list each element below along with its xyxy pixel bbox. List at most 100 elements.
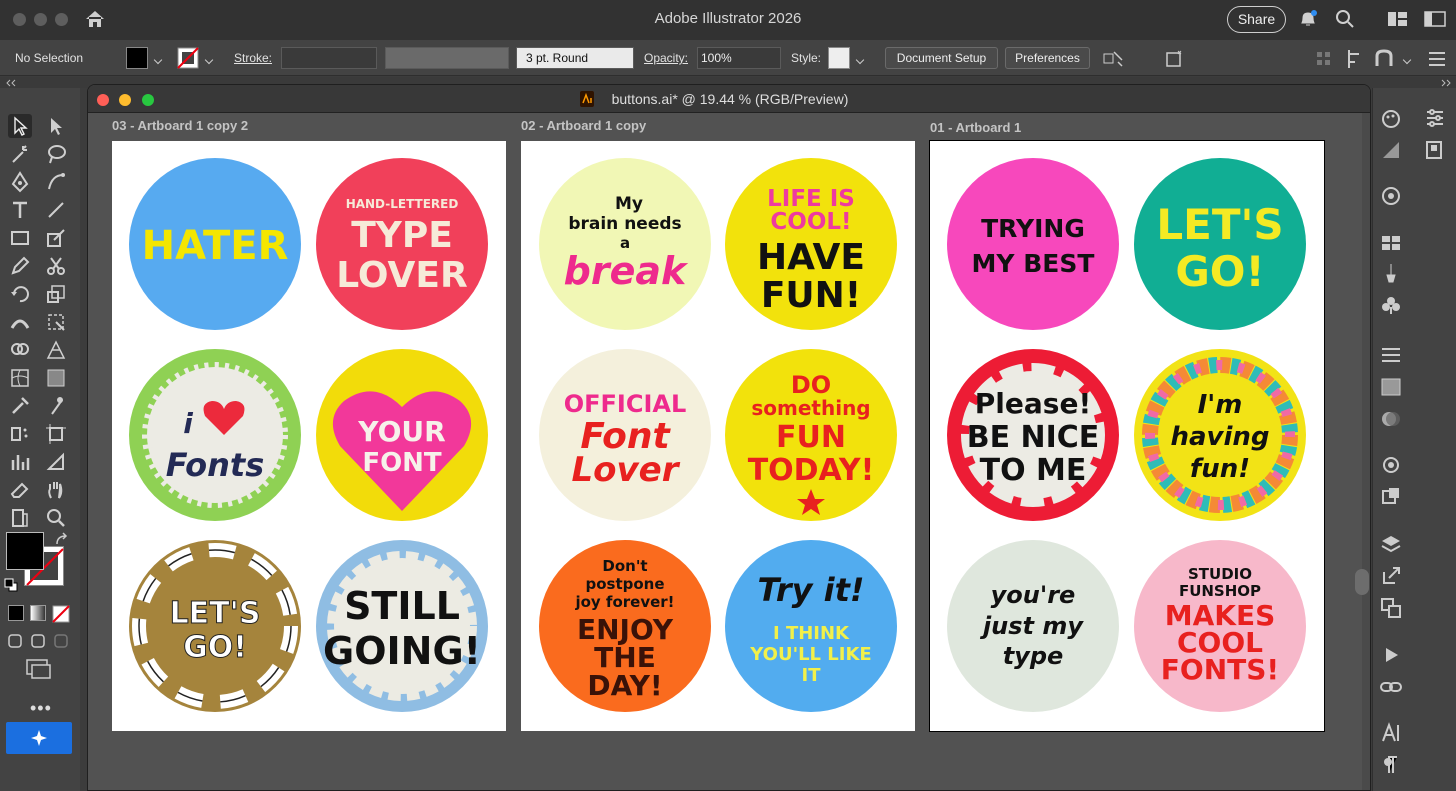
- chevron-down-icon[interactable]: [153, 55, 163, 65]
- collapse-left-icon[interactable]: [5, 79, 17, 87]
- artboard-label[interactable]: 03 - Artboard 1 copy 2: [112, 118, 248, 133]
- button-type-lover[interactable]: HAND-LETTERED TYPE LOVER: [316, 158, 488, 330]
- gradient-swatch-icon[interactable]: [1379, 375, 1403, 399]
- transparency-icon[interactable]: [1379, 407, 1403, 431]
- brush-definition-dropdown[interactable]: 3 pt. Round: [516, 47, 634, 69]
- line-tool-icon[interactable]: [44, 198, 68, 222]
- direct-selection-tool-icon[interactable]: [44, 114, 68, 138]
- chevron-down-icon[interactable]: [855, 55, 865, 65]
- generative-ai-button[interactable]: [6, 722, 72, 754]
- chevron-down-icon[interactable]: [1402, 55, 1412, 65]
- shaper-tool-icon[interactable]: [44, 226, 68, 250]
- scale-tool-icon[interactable]: [44, 282, 68, 306]
- button-still-going[interactable]: STILL GOING!: [316, 540, 488, 712]
- color-mode-button[interactable]: [8, 605, 24, 621]
- stroke-panel-icon[interactable]: [1379, 343, 1403, 367]
- button-trying-my-best[interactable]: TRYING MY BEST: [947, 158, 1119, 330]
- button-enjoy-the-day[interactable]: Don't postpone joy forever! ENJOY THE DA…: [539, 540, 711, 712]
- symbols-icon[interactable]: [1379, 293, 1403, 317]
- scrollbar-thumb[interactable]: [1355, 569, 1369, 595]
- artboard-01[interactable]: TRYING MY BEST LET'S GO! Please! BE NICE…: [929, 140, 1325, 732]
- button-do-something-fun[interactable]: DO something FUN TODAY!: [725, 349, 897, 521]
- gradient-tool-icon[interactable]: [44, 366, 68, 390]
- navigator-icon[interactable]: [1379, 184, 1403, 208]
- opacity-field[interactable]: 100%: [697, 47, 781, 69]
- variable-width-profile[interactable]: [385, 47, 509, 69]
- rotate-tool-icon[interactable]: [8, 282, 32, 306]
- button-lets-go[interactable]: LET'S GO!: [1134, 158, 1306, 330]
- blend-tool-icon[interactable]: [44, 394, 68, 418]
- button-i-love-fonts[interactable]: i Fonts: [129, 349, 301, 521]
- bell-icon[interactable]: [1298, 9, 1318, 29]
- mesh-tool-icon[interactable]: [8, 366, 32, 390]
- panel-menu-icon[interactable]: [1426, 48, 1448, 70]
- opacity-label[interactable]: Opacity:: [644, 51, 688, 65]
- button-having-fun[interactable]: I'm having fun!: [1134, 349, 1306, 521]
- artboard-03[interactable]: HATER HAND-LETTERED TYPE LOVER i Fonts Y…: [112, 141, 506, 731]
- stroke-weight-field[interactable]: [281, 47, 377, 69]
- magic-wand-icon[interactable]: [8, 142, 32, 166]
- selection-tool-icon[interactable]: [8, 114, 32, 138]
- stroke-label[interactable]: Stroke:: [234, 51, 272, 65]
- artboards-panel-icon[interactable]: [1379, 596, 1403, 620]
- column-graph-icon[interactable]: [8, 450, 32, 474]
- slice-tool-icon[interactable]: [44, 450, 68, 474]
- distribute-icon[interactable]: [1345, 48, 1365, 70]
- default-colors-icon[interactable]: [4, 578, 18, 592]
- color-guide-icon[interactable]: [1379, 106, 1403, 130]
- button-brain-break[interactable]: My brain needs a break: [539, 158, 711, 330]
- button-your-font[interactable]: YOUR FONT: [316, 349, 488, 521]
- curvature-tool-icon[interactable]: [44, 170, 68, 194]
- button-official-font-lover[interactable]: OFFICIAL Font Lover: [539, 349, 711, 521]
- workspace-switcher-icon[interactable]: [1424, 10, 1446, 28]
- collapse-right-icon[interactable]: [1440, 79, 1452, 87]
- actions-play-icon[interactable]: [1379, 643, 1403, 667]
- button-try-it[interactable]: Try it! I THINK YOU'LL LIKE IT: [725, 540, 897, 712]
- screen-mode-icon[interactable]: [25, 658, 53, 680]
- brushes-icon[interactable]: [1379, 261, 1403, 285]
- document-setup-button[interactable]: Document Setup: [885, 47, 998, 69]
- swap-colors-icon[interactable]: [54, 532, 70, 548]
- asset-export-icon[interactable]: [1379, 564, 1403, 588]
- button-hater[interactable]: HATER: [129, 158, 301, 330]
- button-makes-cool-fonts[interactable]: STUDIO FUNSHOP MAKES COOL FONTS!: [1134, 540, 1306, 712]
- fill-color-box[interactable]: [6, 532, 44, 570]
- swatches-icon[interactable]: [1379, 231, 1403, 255]
- scissors-icon[interactable]: [44, 254, 68, 278]
- type-tool-icon[interactable]: [8, 198, 32, 222]
- arrange-icon[interactable]: [1102, 48, 1124, 70]
- libraries-icon[interactable]: [1423, 138, 1447, 162]
- button-be-nice[interactable]: Please! BE NICE TO ME: [947, 349, 1119, 521]
- free-transform-icon[interactable]: [44, 310, 68, 334]
- drawing-modes-icon[interactable]: [6, 631, 72, 651]
- button-lets-go-hands[interactable]: LET'S GO!: [129, 540, 301, 712]
- none-mode-button[interactable]: [52, 605, 70, 623]
- width-tool-icon[interactable]: [8, 310, 32, 334]
- share-button[interactable]: Share: [1227, 6, 1286, 33]
- properties-panel-icon[interactable]: [1423, 106, 1447, 130]
- graphic-style-swatch[interactable]: [828, 47, 850, 69]
- layers-icon[interactable]: [1379, 532, 1403, 556]
- button-life-is-cool[interactable]: LIFE IS COOL! HAVE FUN!: [725, 158, 897, 330]
- links-icon[interactable]: [1379, 675, 1403, 699]
- pathfinder-icon[interactable]: [1374, 48, 1396, 70]
- eraser-icon[interactable]: [8, 478, 32, 502]
- hand-tool-icon[interactable]: [44, 478, 68, 502]
- symbol-sprayer-icon[interactable]: [8, 422, 32, 446]
- align-icon[interactable]: [1315, 50, 1333, 68]
- vertical-scrollbar[interactable]: [1362, 113, 1370, 790]
- stroke-none-swatch[interactable]: [177, 47, 199, 69]
- gradient-panel-icon[interactable]: [1379, 138, 1403, 162]
- artboard-label[interactable]: 01 - Artboard 1: [930, 120, 1021, 135]
- artboard-label[interactable]: 02 - Artboard 1 copy: [521, 118, 646, 133]
- pen-tool-icon[interactable]: [8, 170, 32, 194]
- edit-toolbar-icon[interactable]: •••: [30, 698, 52, 719]
- rectangle-tool-icon[interactable]: [8, 226, 32, 250]
- arrange-documents-icon[interactable]: [1387, 10, 1409, 28]
- appearance-icon[interactable]: [1379, 453, 1403, 477]
- shape-builder-icon[interactable]: [8, 338, 32, 362]
- recolor-icon[interactable]: [1164, 48, 1186, 70]
- paragraph-icon[interactable]: [1379, 753, 1403, 777]
- button-just-my-type[interactable]: you're just my type: [947, 540, 1119, 712]
- preferences-button[interactable]: Preferences: [1005, 47, 1090, 69]
